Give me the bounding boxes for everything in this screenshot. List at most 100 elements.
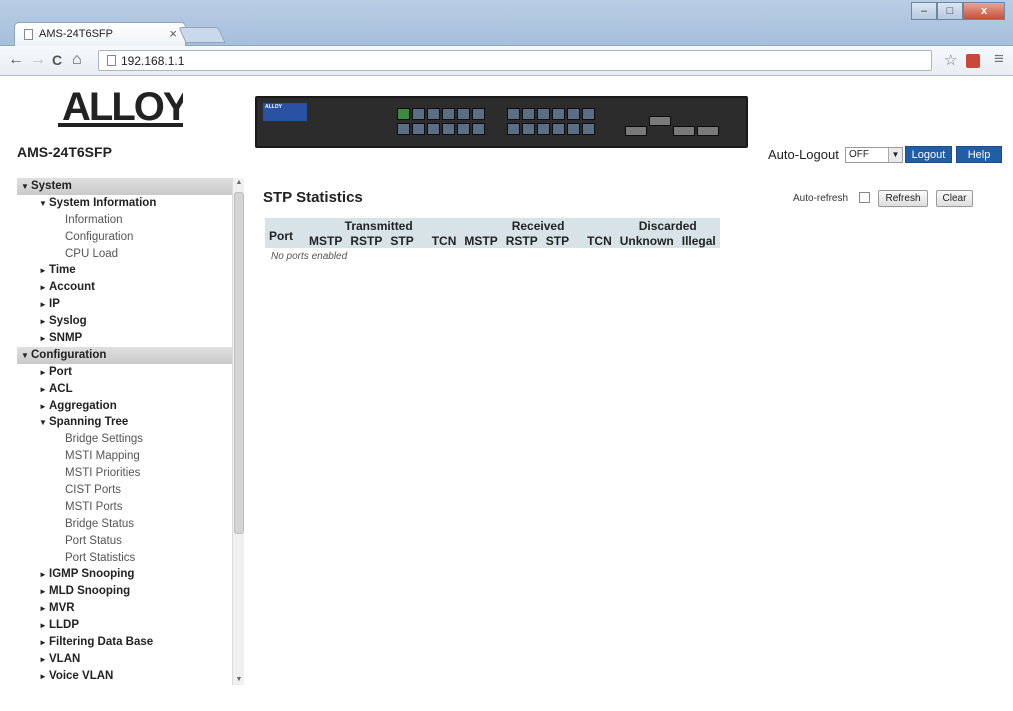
refresh-button[interactable]: Refresh	[878, 190, 928, 207]
discarded-group-header: Discarded	[615, 218, 720, 233]
sidebar-item-system-information[interactable]: ▼ System Information	[17, 195, 232, 212]
auto-logout-select[interactable]: OFF ▼	[845, 147, 903, 163]
clear-button[interactable]: Clear	[936, 190, 973, 207]
forward-arrow-icon[interactable]: →	[30, 51, 46, 69]
sidebar-item-label: CPU Load	[65, 247, 119, 260]
collapsed-triangle-icon: ►	[39, 654, 47, 664]
sidebar-item-spanning-tree[interactable]: ▼ Spanning Tree	[17, 414, 232, 431]
sfp-port	[673, 126, 695, 136]
sidebar-item-cist-ports[interactable]: CIST Ports	[17, 482, 232, 499]
collapsed-triangle-icon: ►	[39, 621, 47, 631]
sidebar-item-configuration[interactable]: Configuration	[17, 229, 232, 246]
rx-tcn-header: TCN	[573, 233, 616, 248]
sidebar-section-system[interactable]: ▼ System	[17, 178, 232, 195]
sidebar-item-lldp[interactable]: ► LLDP	[17, 617, 232, 634]
table-group-header-row: Port Transmitted Received Discarded	[265, 218, 720, 248]
sidebar-item-ip[interactable]: ► IP	[17, 296, 232, 313]
sidebar-item-bridge-status[interactable]: Bridge Status	[17, 516, 232, 533]
alloy-logo: ALLOY	[58, 86, 183, 129]
expanded-triangle-icon: ▼	[39, 418, 47, 428]
sidebar-item-bridge-settings[interactable]: Bridge Settings	[17, 431, 232, 448]
new-tab-button[interactable]	[178, 27, 226, 43]
tx-rstp-header: RSTP	[346, 233, 387, 248]
maximize-button[interactable]: □	[937, 2, 963, 20]
sidebar-item-aggregation[interactable]: ► Aggregation	[17, 398, 232, 415]
port	[582, 123, 595, 135]
help-button[interactable]: Help	[956, 146, 1002, 163]
sidebar-item-snmp[interactable]: ► SNMP	[17, 330, 232, 347]
port	[412, 108, 425, 120]
browser-toolbar: ← → C ⌂ 192.168.1.1 ☆ ≡	[0, 46, 1013, 76]
extension-icon[interactable]	[966, 54, 980, 68]
auto-refresh-checkbox[interactable]	[859, 192, 870, 203]
sidebar-item-mvr[interactable]: ► MVR	[17, 600, 232, 617]
collapsed-triangle-icon: ►	[39, 671, 47, 681]
sidebar-item-port[interactable]: ► Port	[17, 364, 232, 381]
sidebar-item-filtering-data-base[interactable]: ► Filtering Data Base	[17, 634, 232, 651]
scrollbar-thumb[interactable]	[234, 192, 244, 534]
sidebar-item-information[interactable]: Information	[17, 212, 232, 229]
port	[427, 123, 440, 135]
scroll-up-icon[interactable]: ▲	[233, 179, 245, 186]
close-window-button[interactable]: x	[963, 2, 1005, 20]
port	[567, 108, 580, 120]
port	[457, 123, 470, 135]
tab-title: AMS-24T6SFP	[39, 28, 113, 40]
port	[507, 108, 520, 120]
sidebar-item-label: IGMP Snooping	[49, 568, 135, 581]
sidebar-item-port-status[interactable]: Port Status	[17, 533, 232, 550]
sidebar-item-acl[interactable]: ► ACL	[17, 381, 232, 398]
sidebar-item-label: Voice VLAN	[49, 669, 114, 682]
sidebar-item-account[interactable]: ► Account	[17, 279, 232, 296]
bookmark-star-icon[interactable]: ☆	[944, 51, 957, 69]
home-icon[interactable]: ⌂	[72, 51, 82, 69]
page-icon	[24, 29, 33, 40]
sidebar-item-label: Aggregation	[49, 399, 117, 412]
page-title: STP Statistics	[263, 189, 363, 206]
scroll-down-icon[interactable]: ▼	[233, 676, 245, 683]
minimize-button[interactable]: –	[911, 2, 937, 20]
sidebar-item-label: Bridge Settings	[65, 433, 143, 446]
sidebar-section-configuration[interactable]: ▼ Configuration	[17, 346, 232, 364]
sidebar-item-cpu-load[interactable]: CPU Load	[17, 246, 232, 263]
url-text: 192.168.1.1	[121, 54, 185, 68]
port	[537, 123, 550, 135]
sidebar-item-voice-vlan[interactable]: ► Voice VLAN	[17, 668, 232, 685]
sidebar-scrollbar[interactable]: ▲ ▼	[232, 178, 244, 685]
collapsed-triangle-icon: ►	[39, 334, 47, 344]
browser-tab[interactable]: AMS-24T6SFP ×	[14, 22, 186, 46]
sidebar-item-port-statistics[interactable]: Port Statistics	[17, 550, 232, 567]
auto-logout-value: OFF	[849, 149, 869, 160]
sidebar-item-label: System	[31, 180, 72, 192]
sidebar-item-label: System Information	[49, 196, 157, 209]
sidebar-item-time[interactable]: ► Time	[17, 262, 232, 279]
port	[442, 108, 455, 120]
address-bar[interactable]: 192.168.1.1	[98, 50, 932, 71]
sidebar-item-syslog[interactable]: ► Syslog	[17, 313, 232, 330]
rx-stp-header: STP	[541, 233, 574, 248]
tab-close-icon[interactable]: ×	[169, 26, 177, 41]
collapsed-triangle-icon: ►	[39, 570, 47, 580]
discarded-illegal-header: Illegal	[677, 233, 720, 248]
sidebar-item-msti-priorities[interactable]: MSTI Priorities	[17, 465, 232, 482]
sidebar-item-label: Information	[65, 213, 123, 226]
sidebar-item-label: ACL	[49, 382, 73, 395]
sidebar-item-label: LLDP	[49, 619, 80, 632]
port	[397, 123, 410, 135]
sidebar-item-vlan[interactable]: ► VLAN	[17, 651, 232, 668]
sidebar-item-mld-snooping[interactable]: ► MLD Snooping	[17, 583, 232, 600]
reload-icon[interactable]: C	[52, 52, 62, 68]
port	[567, 123, 580, 135]
sidebar-item-label: Spanning Tree	[49, 416, 129, 429]
transmitted-group-header: Transmitted	[297, 218, 461, 233]
auto-refresh-label: Auto-refresh	[793, 193, 849, 204]
browser-titlebar: AMS-24T6SFP × – □ x	[0, 0, 1013, 46]
port	[552, 123, 565, 135]
sidebar-item-msti-ports[interactable]: MSTI Ports	[17, 499, 232, 516]
menu-icon[interactable]: ≡	[994, 49, 1004, 69]
sidebar-item-igmp-snooping[interactable]: ► IGMP Snooping	[17, 566, 232, 583]
sidebar-item-label: Account	[49, 281, 95, 294]
logout-button[interactable]: Logout	[905, 146, 952, 163]
back-arrow-icon[interactable]: ←	[8, 51, 24, 69]
sidebar-item-msti-mapping[interactable]: MSTI Mapping	[17, 448, 232, 465]
